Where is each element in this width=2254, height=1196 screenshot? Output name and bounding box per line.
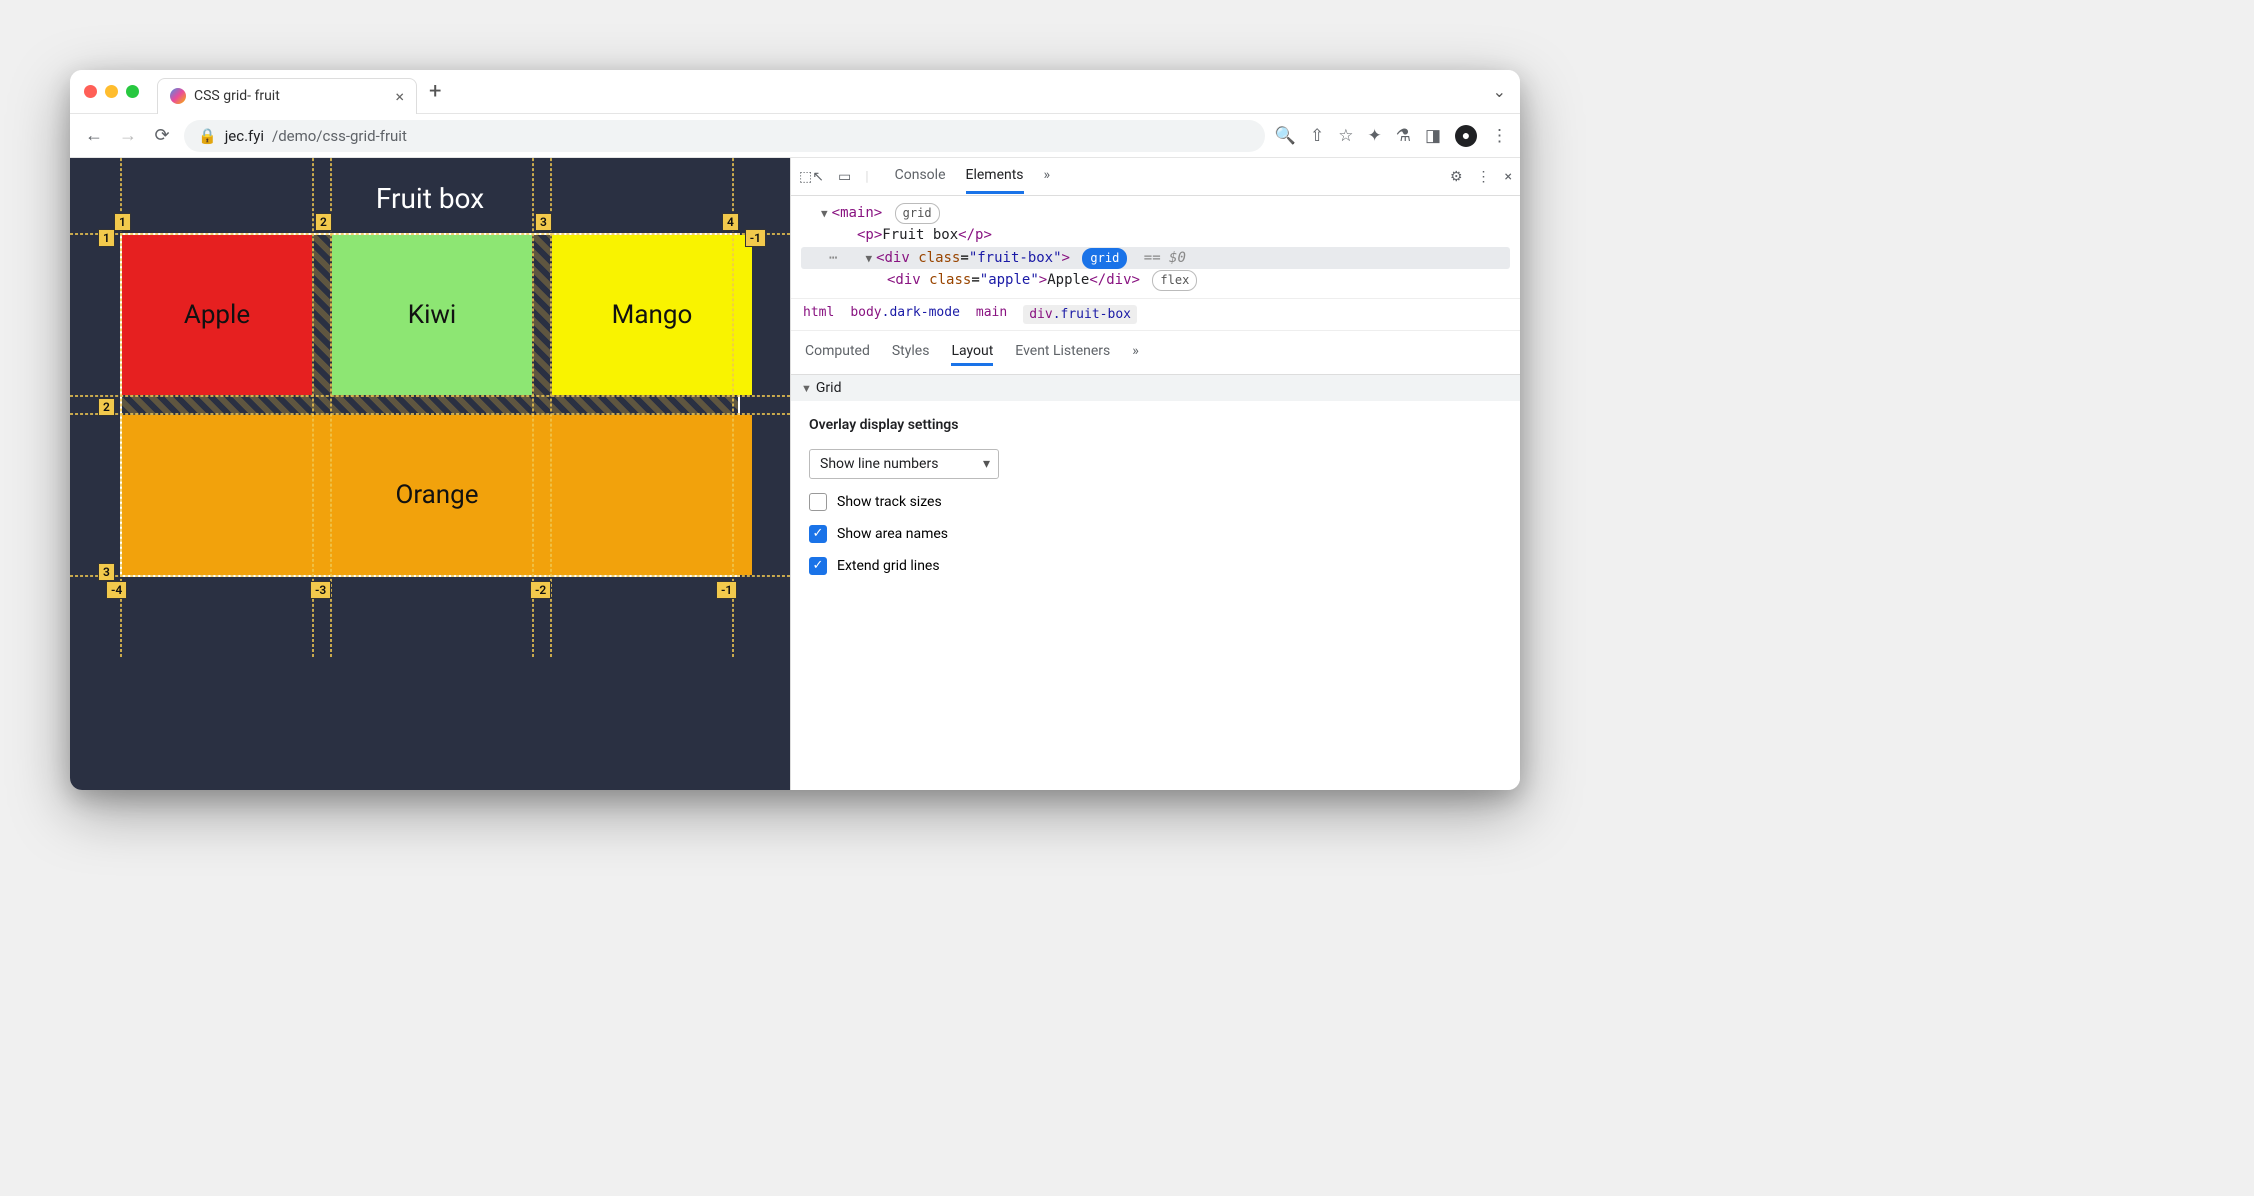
inspect-element-icon[interactable]: ⬚↖ bbox=[799, 169, 824, 185]
grid-label: 3 bbox=[98, 563, 115, 581]
url-path: /demo/css-grid-fruit bbox=[272, 127, 407, 145]
dom-tree[interactable]: ▼<main> grid <p>Fruit box</p> ⋯ ▼<div cl… bbox=[791, 196, 1520, 298]
tab-elements[interactable]: Elements bbox=[966, 159, 1024, 194]
subtab-layout[interactable]: Layout bbox=[951, 339, 993, 366]
title-bar: CSS grid- fruit × + ⌄ bbox=[70, 70, 1520, 114]
breadcrumb: html body.dark-mode main div.fruit-box bbox=[791, 298, 1520, 331]
grid-label: 4 bbox=[722, 213, 739, 231]
grid-line-horizontal bbox=[70, 395, 790, 397]
checkbox-icon[interactable] bbox=[809, 493, 827, 511]
cell-orange: Orange bbox=[122, 415, 752, 575]
browser-window: CSS grid- fruit × + ⌄ ← → ⟳ 🔒 jec.fyi/de… bbox=[70, 70, 1520, 790]
reload-button[interactable]: ⟳ bbox=[150, 125, 174, 146]
close-tab-button[interactable]: × bbox=[395, 87, 404, 106]
styles-sub-tabs: Computed Styles Layout Event Listeners » bbox=[791, 331, 1520, 375]
grid-label: 2 bbox=[98, 398, 115, 416]
checkbox-area-names[interactable]: ✓ Show area names bbox=[809, 525, 1502, 543]
subtab-more[interactable]: » bbox=[1132, 339, 1139, 366]
grid-overlay-wrap: Apple Kiwi Mango Orange 1 2 3 4 1 2 3 -1… bbox=[120, 233, 740, 577]
breadcrumb-item[interactable]: html bbox=[803, 305, 834, 324]
grid-line-horizontal bbox=[70, 233, 790, 235]
grid-label: -1 bbox=[716, 581, 737, 599]
new-tab-button[interactable]: + bbox=[429, 79, 441, 104]
grid-label: -3 bbox=[310, 581, 331, 599]
grid-label: -2 bbox=[530, 581, 551, 599]
sidepanel-icon[interactable]: ◨ bbox=[1425, 126, 1441, 146]
profile-avatar[interactable]: ● bbox=[1455, 125, 1477, 147]
tab-title: CSS grid- fruit bbox=[194, 88, 387, 104]
labs-icon[interactable]: ⚗ bbox=[1396, 126, 1411, 146]
fruit-grid: Apple Kiwi Mango Orange bbox=[120, 233, 740, 577]
checkbox-icon[interactable]: ✓ bbox=[809, 557, 827, 575]
grid-section-header[interactable]: ▼Grid bbox=[791, 375, 1520, 401]
rendered-page: Fruit box Apple Kiwi Mango Orange bbox=[70, 158, 790, 790]
maximize-window-button[interactable] bbox=[126, 85, 139, 98]
extensions-icon[interactable]: ✦ bbox=[1367, 126, 1381, 146]
grid-label: 3 bbox=[535, 213, 552, 231]
grid-line-horizontal bbox=[70, 413, 790, 415]
line-numbers-select[interactable]: Show line numbers bbox=[809, 449, 999, 479]
share-icon[interactable]: ⇧ bbox=[1310, 126, 1324, 146]
bookmark-icon[interactable]: ☆ bbox=[1338, 126, 1353, 146]
back-button[interactable]: ← bbox=[82, 125, 106, 146]
traffic-lights bbox=[84, 85, 139, 98]
close-window-button[interactable] bbox=[84, 85, 97, 98]
forward-button[interactable]: → bbox=[116, 125, 140, 146]
cell-mango: Mango bbox=[552, 235, 752, 395]
grid-label: 1 bbox=[98, 229, 115, 247]
url-host: jec.fyi bbox=[225, 127, 264, 145]
checkbox-icon[interactable]: ✓ bbox=[809, 525, 827, 543]
device-toggle-icon[interactable]: ▭ bbox=[838, 169, 851, 185]
devtools-panel: ⬚↖ ▭ | Console Elements » ⚙ ⋮ × ▼<main> bbox=[790, 158, 1520, 790]
url-bar[interactable]: 🔒 jec.fyi/demo/css-grid-fruit bbox=[184, 120, 1265, 152]
zoom-icon[interactable]: 🔍 bbox=[1275, 126, 1296, 146]
cell-apple: Apple bbox=[122, 235, 312, 395]
layout-panel: Overlay display settings Show line numbe… bbox=[791, 401, 1520, 591]
flex-badge[interactable]: flex bbox=[1152, 270, 1197, 291]
checkbox-extend-lines[interactable]: ✓ Extend grid lines bbox=[809, 557, 1502, 575]
kebab-menu-icon[interactable]: ⋮ bbox=[1477, 169, 1491, 185]
browser-tab[interactable]: CSS grid- fruit × bbox=[157, 78, 417, 114]
close-devtools-button[interactable]: × bbox=[1505, 169, 1512, 185]
settings-icon[interactable]: ⚙ bbox=[1450, 169, 1463, 185]
overlay-settings-heading: Overlay display settings bbox=[809, 417, 1502, 433]
toolbar: ← → ⟳ 🔒 jec.fyi/demo/css-grid-fruit 🔍 ⇧ … bbox=[70, 114, 1520, 158]
cell-kiwi: Kiwi bbox=[332, 235, 532, 395]
tab-more[interactable]: » bbox=[1044, 159, 1051, 194]
grid-badge-active[interactable]: grid bbox=[1082, 248, 1127, 269]
subtab-styles[interactable]: Styles bbox=[892, 339, 930, 366]
page-title: Fruit box bbox=[70, 158, 790, 233]
favicon-icon bbox=[170, 88, 186, 104]
lock-icon: 🔒 bbox=[198, 127, 217, 145]
breadcrumb-item[interactable]: div.fruit-box bbox=[1023, 305, 1137, 324]
tab-console[interactable]: Console bbox=[895, 159, 946, 194]
breadcrumb-item[interactable]: main bbox=[976, 305, 1007, 324]
grid-badge[interactable]: grid bbox=[895, 203, 940, 224]
checkbox-track-sizes[interactable]: Show track sizes bbox=[809, 493, 1502, 511]
tabs-dropdown-button[interactable]: ⌄ bbox=[1493, 82, 1506, 101]
grid-label: 2 bbox=[315, 213, 332, 231]
subtab-computed[interactable]: Computed bbox=[805, 339, 870, 366]
grid-label: -4 bbox=[106, 581, 127, 599]
subtab-event-listeners[interactable]: Event Listeners bbox=[1015, 339, 1110, 366]
devtools-top-bar: ⬚↖ ▭ | Console Elements » ⚙ ⋮ × bbox=[791, 158, 1520, 196]
grid-label: 1 bbox=[114, 213, 131, 231]
menu-icon[interactable]: ⋮ bbox=[1491, 126, 1508, 146]
breadcrumb-item[interactable]: body.dark-mode bbox=[850, 305, 960, 324]
minimize-window-button[interactable] bbox=[105, 85, 118, 98]
toolbar-actions: 🔍 ⇧ ☆ ✦ ⚗ ◨ ● ⋮ bbox=[1275, 125, 1508, 147]
grid-label: -1 bbox=[745, 229, 766, 247]
content-area: Fruit box Apple Kiwi Mango Orange bbox=[70, 158, 1520, 790]
grid-line-horizontal bbox=[70, 575, 790, 577]
